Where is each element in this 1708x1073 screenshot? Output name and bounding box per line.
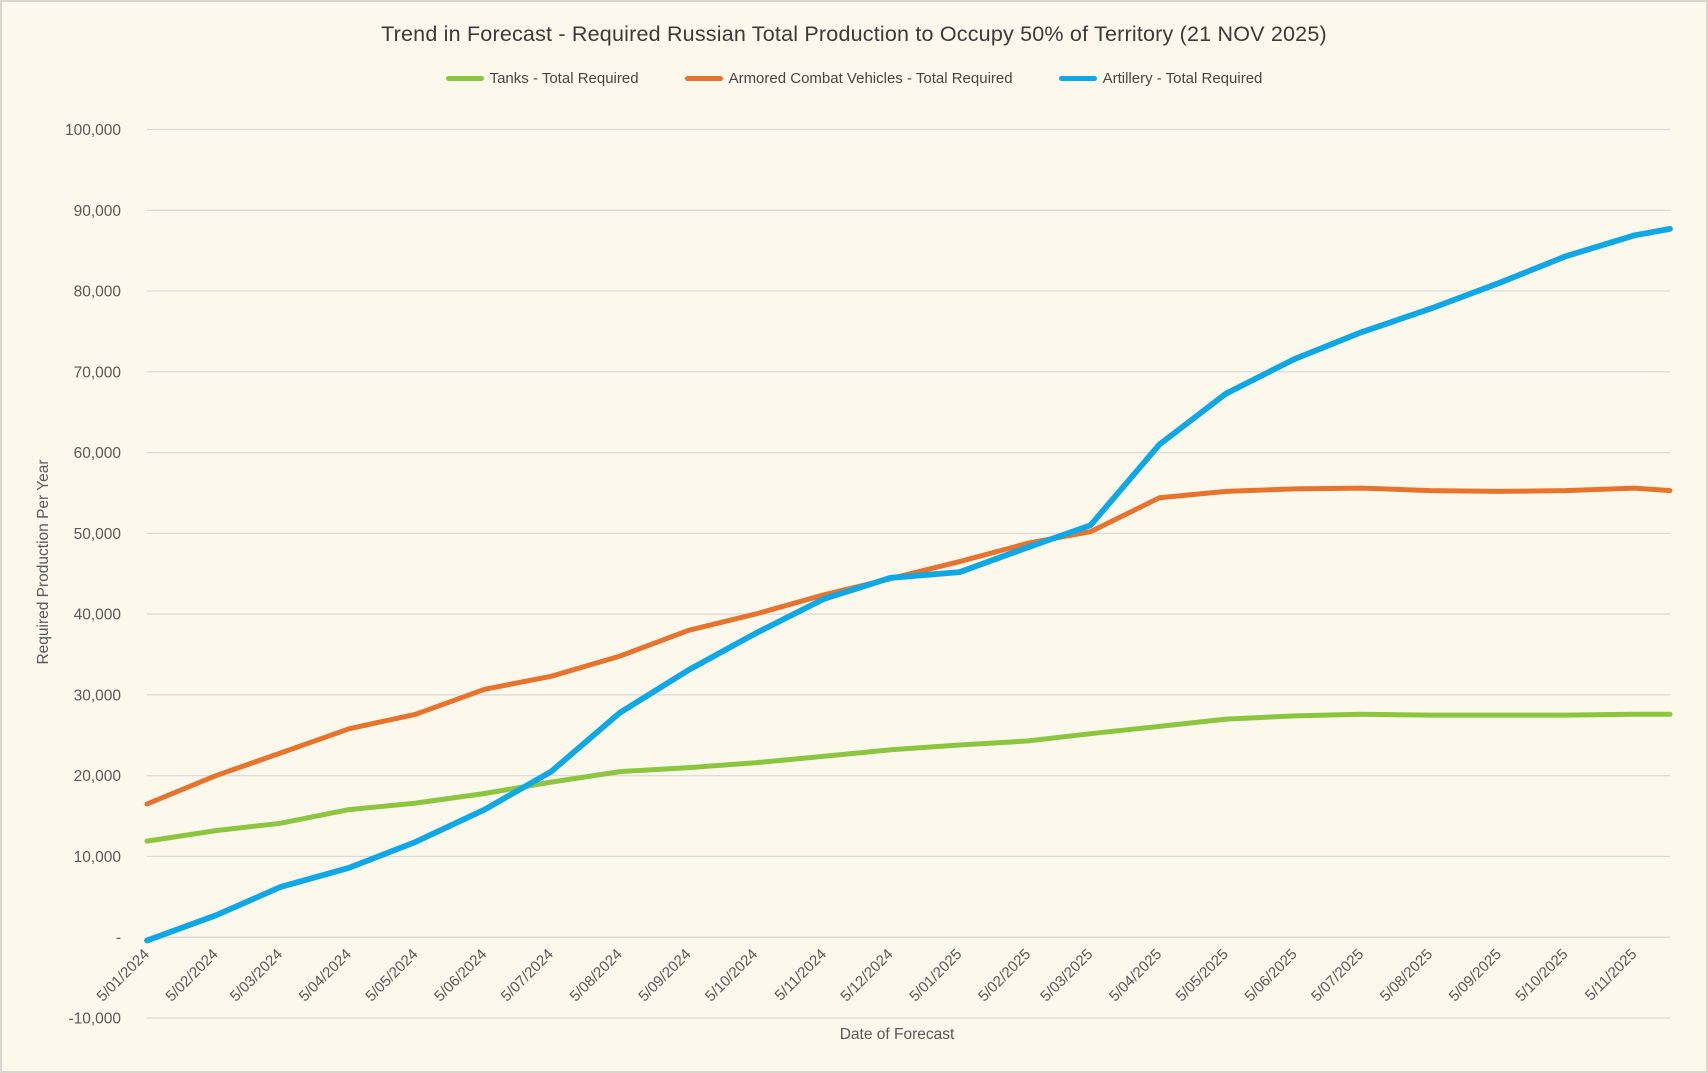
x-axis-tick-label: 5/01/2025 — [906, 946, 965, 1005]
y-axis-tick-label: 80,000 — [74, 284, 122, 301]
x-axis-tick-label: 5/03/2025 — [1037, 946, 1096, 1005]
x-axis-tick-label: 5/12/2024 — [837, 946, 896, 1005]
chart-frame: Trend in Forecast - Required Russian Tot… — [0, 0, 1708, 1073]
x-axis-tick-label: 5/10/2025 — [1512, 946, 1571, 1005]
y-axis-tick-label: 10,000 — [74, 849, 122, 866]
x-axis-tick-label: 5/08/2025 — [1377, 946, 1436, 1005]
x-axis-tick-label: 5/02/2024 — [162, 946, 221, 1005]
x-axis-tick-label: 5/11/2025 — [1582, 946, 1640, 1004]
series-line-tanks[interactable] — [144, 711, 1673, 844]
y-axis-tick-label: 100,000 — [65, 122, 121, 139]
x-axis-tick-label: 5/04/2025 — [1106, 946, 1165, 1005]
series-line-armored-combat-vehicles[interactable] — [144, 485, 1673, 807]
x-axis-tick-label: 5/02/2025 — [975, 946, 1034, 1005]
x-axis-tick-label: 5/01/2024 — [94, 946, 153, 1005]
y-axis-tick-label: 20,000 — [74, 768, 122, 785]
x-axis-tick-label: 5/08/2024 — [567, 946, 626, 1005]
x-axis-tick-label: 5/09/2024 — [635, 946, 694, 1005]
x-axis-tick-label: 5/10/2024 — [702, 946, 761, 1005]
x-axis-title: Date of Forecast — [840, 1026, 955, 1043]
plot-area: 100,000 90,000 80,000 70,000 60,000 50,000 40,… — [35, 122, 1673, 1043]
x-axis-tick-label: 5/03/2024 — [227, 946, 286, 1005]
y-axis-tick-label: - — [116, 930, 121, 947]
x-axis-tick-label: 5/05/2025 — [1173, 946, 1232, 1005]
y-axis-tick-label: 40,000 — [74, 607, 122, 624]
y-axis-tick-label: 70,000 — [74, 364, 122, 381]
x-axis-tick-label: 5/07/2024 — [498, 946, 557, 1005]
y-axis-tick-label: 90,000 — [74, 203, 122, 220]
x-axis-tick-label: 5/11/2024 — [772, 946, 830, 1004]
x-axis-tick-label: 5/06/2025 — [1241, 946, 1300, 1005]
y-axis-title: Required Production Per Year — [35, 459, 52, 664]
x-axis-tick-label: 5/09/2025 — [1446, 946, 1505, 1005]
y-axis-tick-label: -10,000 — [68, 1011, 121, 1028]
y-axis-tick-label: 60,000 — [74, 445, 122, 462]
y-axis-tick-label: 30,000 — [74, 687, 122, 704]
x-axis-tick-label: 5/04/2024 — [296, 946, 355, 1005]
x-axis-tick-label: 5/05/2024 — [362, 946, 421, 1005]
x-axis-tick-label: 5/07/2025 — [1308, 946, 1367, 1005]
y-axis-tick-label: 50,000 — [74, 526, 122, 543]
series-line-artillery[interactable] — [144, 225, 1673, 944]
x-axis-tick-label: 5/06/2024 — [431, 946, 490, 1005]
